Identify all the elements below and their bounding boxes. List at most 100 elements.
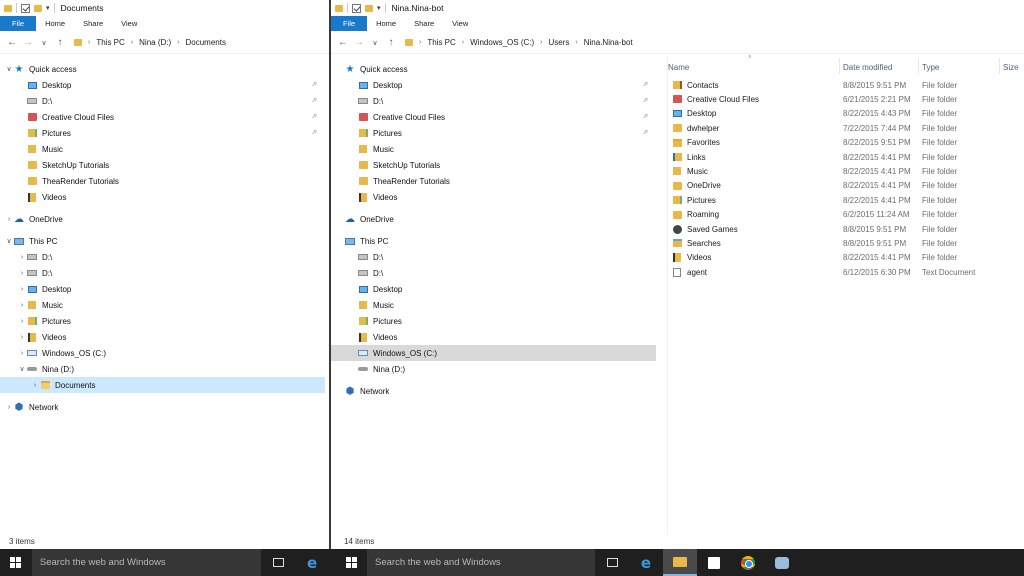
- nav-item[interactable]: › ⬢ Network: [0, 399, 325, 415]
- file-explorer-button[interactable]: [663, 549, 697, 576]
- nav-item[interactable]: Videos: [331, 329, 656, 345]
- recent-locations-chevron-icon[interactable]: ∨: [369, 39, 381, 47]
- nav-item[interactable]: Windows_OS (C:): [331, 345, 656, 361]
- nav-item[interactable]: ☁ OneDrive: [331, 211, 656, 227]
- nav-item[interactable]: ∨ Nina (D:): [0, 361, 325, 377]
- nav-item[interactable]: › Windows_OS (C:): [0, 345, 325, 361]
- file-row[interactable]: Links 8/22/2015 4:41 PM File folder: [668, 150, 1024, 164]
- tab-share[interactable]: Share: [74, 16, 112, 31]
- chevron-down-icon[interactable]: ∨: [4, 237, 14, 245]
- nav-item[interactable]: ∨ ★ Quick access: [0, 61, 325, 77]
- chrome-button[interactable]: [731, 549, 765, 576]
- nav-item[interactable]: Desktop ⫯: [0, 77, 325, 93]
- customize-toolbar-icon[interactable]: ▾: [46, 4, 50, 12]
- column-divider[interactable]: [839, 58, 840, 74]
- nav-item[interactable]: › Pictures: [0, 313, 325, 329]
- nav-item[interactable]: Music: [331, 297, 656, 313]
- nav-item[interactable]: ∨ This PC: [0, 233, 325, 249]
- breadcrumb-documents[interactable]: Documents: [186, 38, 226, 47]
- forward-arrow-icon[interactable]: →: [353, 37, 365, 48]
- nav-item[interactable]: › D:\: [0, 265, 325, 281]
- nav-item[interactable]: Creative Cloud Files ⫯: [331, 109, 656, 125]
- chevron-right-icon[interactable]: ›: [17, 286, 27, 293]
- nav-item[interactable]: ★ Quick access: [331, 61, 656, 77]
- nav-item[interactable]: D:\: [331, 265, 656, 281]
- column-header-date-modified[interactable]: Date modified: [843, 60, 892, 74]
- file-row[interactable]: Favorites 8/22/2015 9:51 PM File folder: [668, 136, 1024, 150]
- taskbar-search-box[interactable]: Search the web and Windows: [31, 549, 262, 576]
- file-row[interactable]: Creative Cloud Files 6/21/2015 2:21 PM Fil…: [668, 92, 1024, 106]
- start-button[interactable]: [0, 549, 32, 576]
- chevron-right-icon[interactable]: ›: [540, 39, 542, 46]
- chevron-right-icon[interactable]: ›: [17, 254, 27, 261]
- file-row[interactable]: dwhelper 7/22/2015 7:44 PM File folder: [668, 121, 1024, 135]
- nav-item[interactable]: Music: [331, 141, 656, 157]
- chevron-right-icon[interactable]: ›: [575, 39, 577, 46]
- nav-item[interactable]: ⬢ Network: [331, 383, 656, 399]
- nav-item[interactable]: D:\: [331, 249, 656, 265]
- start-button[interactable]: [335, 549, 367, 576]
- chevron-right-icon[interactable]: ›: [17, 302, 27, 309]
- up-arrow-icon[interactable]: ↑: [54, 37, 66, 48]
- chevron-right-icon[interactable]: ›: [177, 39, 179, 46]
- chevron-down-icon[interactable]: ∨: [17, 365, 27, 373]
- tab-home[interactable]: Home: [36, 16, 74, 31]
- back-arrow-icon[interactable]: ←: [337, 37, 349, 48]
- nav-item[interactable]: Music: [0, 141, 325, 157]
- file-row[interactable]: Desktop 8/22/2015 4:43 PM File folder: [668, 107, 1024, 121]
- nav-item[interactable]: Desktop: [331, 281, 656, 297]
- chevron-right-icon[interactable]: ›: [17, 270, 27, 277]
- nav-item[interactable]: › Desktop: [0, 281, 325, 297]
- chevron-right-icon[interactable]: ›: [131, 39, 133, 46]
- file-row[interactable]: Pictures 8/22/2015 4:41 PM File folder: [668, 193, 1024, 207]
- column-divider[interactable]: [918, 58, 919, 74]
- breadcrumb-this-pc[interactable]: This PC: [427, 38, 455, 47]
- nav-item[interactable]: D:\ ⫯: [331, 93, 656, 109]
- tab-file[interactable]: File: [331, 16, 368, 31]
- new-folder-icon[interactable]: [34, 4, 42, 12]
- nav-item[interactable]: Nina (D:): [331, 361, 656, 377]
- chevron-right-icon[interactable]: ›: [17, 318, 27, 325]
- column-header-type[interactable]: Type: [922, 60, 939, 74]
- nav-item[interactable]: This PC: [331, 233, 656, 249]
- tab-home[interactable]: Home: [367, 16, 405, 31]
- forward-arrow-icon[interactable]: →: [22, 37, 34, 48]
- app-button[interactable]: [765, 549, 799, 576]
- tab-view[interactable]: View: [112, 16, 146, 31]
- chevron-right-icon[interactable]: ›: [4, 216, 14, 223]
- file-row[interactable]: Roaming 6/2/2015 11:24 AM File folder: [668, 208, 1024, 222]
- chevron-right-icon[interactable]: ›: [88, 39, 90, 46]
- file-row[interactable]: Videos 8/22/2015 4:41 PM File folder: [668, 251, 1024, 265]
- tab-share[interactable]: Share: [405, 16, 443, 31]
- nav-item[interactable]: TheaRender Tutorials: [0, 173, 325, 189]
- up-arrow-icon[interactable]: ↑: [385, 37, 397, 48]
- nav-item[interactable]: Pictures: [331, 313, 656, 329]
- breadcrumb-windows-os[interactable]: Windows_OS (C:): [470, 38, 534, 47]
- tab-file[interactable]: File: [0, 16, 37, 31]
- recent-locations-chevron-icon[interactable]: ∨: [38, 39, 50, 47]
- file-row[interactable]: agent 6/12/2015 6:30 PM Text Document: [668, 265, 1024, 279]
- file-row[interactable]: Searches 8/8/2015 9:51 PM File folder: [668, 236, 1024, 250]
- column-header-size[interactable]: Size: [1003, 60, 1019, 74]
- column-header-name[interactable]: Name: [668, 60, 689, 74]
- nav-item[interactable]: Pictures ⫯: [331, 125, 656, 141]
- chevron-down-icon[interactable]: ∨: [4, 65, 14, 73]
- file-row[interactable]: Music 8/22/2015 4:41 PM File folder: [668, 164, 1024, 178]
- new-folder-icon[interactable]: [365, 4, 373, 12]
- taskbar-search-box[interactable]: Search the web and Windows: [367, 549, 595, 576]
- nav-item[interactable]: Desktop ⫯: [331, 77, 656, 93]
- properties-icon[interactable]: [352, 3, 361, 13]
- breadcrumb-users[interactable]: Users: [549, 38, 570, 47]
- breadcrumb-nina-drive[interactable]: Nina (D:): [139, 38, 171, 47]
- file-row[interactable]: Contacts 8/8/2015 9:51 PM File folder: [668, 78, 1024, 92]
- breadcrumb-user-folder[interactable]: Nina.Nina-bot: [584, 38, 633, 47]
- nav-item[interactable]: Videos: [0, 189, 325, 205]
- edge-button[interactable]: e: [295, 549, 329, 576]
- nav-item[interactable]: SketchUp Tutorials: [331, 157, 656, 173]
- edge-button[interactable]: e: [629, 549, 663, 576]
- nav-item[interactable]: D:\ ⫯: [0, 93, 325, 109]
- file-row[interactable]: Saved Games 8/8/2015 9:51 PM File folder: [668, 222, 1024, 236]
- nav-item[interactable]: SketchUp Tutorials: [0, 157, 325, 173]
- task-view-button[interactable]: [261, 549, 295, 576]
- back-arrow-icon[interactable]: ←: [6, 37, 18, 48]
